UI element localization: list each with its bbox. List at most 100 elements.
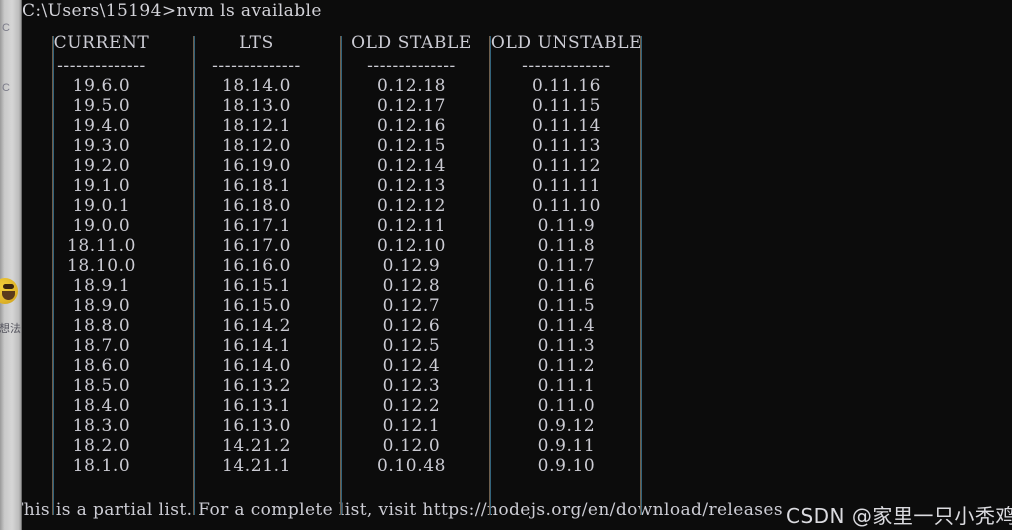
version-lts: 16.18.0 [221, 196, 292, 216]
table-rule-right [640, 36, 642, 515]
table-row: 19.2.0 16.19.0 0.12.14 0.11.12 [24, 156, 644, 176]
separator-current: -------------- [57, 56, 146, 76]
version-lts: 16.13.2 [221, 376, 292, 396]
version-lts: 16.14.0 [221, 356, 292, 376]
version-lts: 16.14.2 [221, 316, 292, 336]
version-old-stable: 0.12.15 [376, 136, 447, 156]
table-row: 19.0.0 16.17.1 0.12.11 0.11.9 [24, 216, 644, 236]
version-current: 19.0.1 [72, 196, 131, 216]
version-lts: 18.12.1 [221, 116, 292, 136]
version-old-stable: 0.12.3 [382, 376, 441, 396]
table-row: 19.6.0 18.14.0 0.12.18 0.11.16 [24, 76, 644, 96]
table-rule-1 [193, 36, 195, 515]
version-old-unstable: 0.11.5 [537, 296, 596, 316]
version-current: 18.1.0 [72, 456, 131, 476]
table-row: 19.4.0 18.12.1 0.12.16 0.11.14 [24, 116, 644, 136]
version-current: 18.8.0 [72, 316, 131, 336]
version-old-unstable: 0.11.7 [537, 256, 596, 276]
table-row: 18.4.0 16.13.1 0.12.2 0.11.0 [24, 396, 644, 416]
versions-table-body: 19.6.0 18.14.0 0.12.18 0.11.16 19.5.0 18.13.0… [24, 76, 644, 476]
table-row: 18.11.0 16.17.0 0.12.10 0.11.8 [24, 236, 644, 256]
version-lts: 16.17.0 [221, 236, 292, 256]
version-old-stable: 0.12.6 [382, 316, 441, 336]
version-lts: 18.12.0 [221, 136, 292, 156]
table-row: 18.2.0 14.21.2 0.12.0 0.9.11 [24, 436, 644, 456]
column-header-lts: LTS [239, 33, 274, 53]
version-old-unstable: 0.11.8 [537, 236, 596, 256]
version-lts: 16.15.1 [221, 276, 292, 296]
version-current: 19.6.0 [72, 76, 131, 96]
table-row: 19.0.1 16.18.0 0.12.12 0.11.10 [24, 196, 644, 216]
version-old-unstable: 0.11.9 [537, 216, 596, 236]
table-row: 18.7.0 16.14.1 0.12.5 0.11.3 [24, 336, 644, 356]
version-old-unstable: 0.9.12 [537, 416, 596, 436]
version-old-unstable: 0.11.15 [531, 96, 602, 116]
version-old-unstable: 0.11.13 [531, 136, 602, 156]
table-rule-left [52, 36, 54, 515]
version-lts: 16.13.0 [221, 416, 292, 436]
table-row: 18.9.1 16.15.1 0.12.8 0.11.6 [24, 276, 644, 296]
version-current: 18.9.0 [72, 296, 131, 316]
table-header-row: CURRENT LTS OLD STABLE OLD UNSTABLE [24, 32, 644, 56]
table-row: 18.9.0 16.15.0 0.12.7 0.11.5 [24, 296, 644, 316]
version-old-stable: 0.12.8 [382, 276, 441, 296]
command-prompt-window[interactable]: C:\Users\15194>nvm ls available CURRENT … [22, 0, 1012, 530]
version-old-stable: 0.12.1 [382, 416, 441, 436]
version-current: 18.4.0 [72, 396, 131, 416]
partial-list-notice: This is a partial list. For a complete l… [22, 500, 783, 520]
version-old-stable: 0.12.11 [376, 216, 447, 236]
version-lts: 16.18.1 [221, 176, 292, 196]
version-old-stable: 0.12.13 [376, 176, 447, 196]
version-old-stable: 0.10.48 [376, 456, 447, 476]
separator-old-stable: -------------- [367, 56, 456, 76]
version-current: 19.2.0 [72, 156, 131, 176]
nvm-versions-table: CURRENT LTS OLD STABLE OLD UNSTABLE ----… [24, 32, 644, 515]
table-row: 18.1.0 14.21.1 0.10.48 0.9.10 [24, 456, 644, 476]
version-old-unstable: 0.9.11 [537, 436, 596, 456]
version-old-stable: 0.12.16 [376, 116, 447, 136]
versions-table: CURRENT LTS OLD STABLE OLD UNSTABLE ----… [24, 32, 644, 476]
version-old-stable: 0.12.5 [382, 336, 441, 356]
version-current: 19.1.0 [72, 176, 131, 196]
background-window-strip[interactable]: C C 想法 [0, 0, 22, 530]
table-row: 18.6.0 16.14.0 0.12.4 0.11.2 [24, 356, 644, 376]
version-current: 18.5.0 [72, 376, 131, 396]
version-lts: 14.21.2 [221, 436, 292, 456]
version-old-stable: 0.12.2 [382, 396, 441, 416]
table-separator-row: -------------- -------------- ----------… [24, 56, 644, 76]
table-row: 19.3.0 18.12.0 0.12.15 0.11.13 [24, 136, 644, 156]
version-old-stable: 0.12.10 [376, 236, 447, 256]
version-current: 19.4.0 [72, 116, 131, 136]
version-old-unstable: 0.9.10 [537, 456, 596, 476]
background-ghost-label-2: C [2, 82, 10, 94]
version-old-unstable: 0.11.6 [537, 276, 596, 296]
version-old-unstable: 0.11.3 [537, 336, 596, 356]
version-current: 19.3.0 [72, 136, 131, 156]
version-old-stable: 0.12.7 [382, 296, 441, 316]
version-current: 19.5.0 [72, 96, 131, 116]
background-ghost-label-1: C [2, 22, 10, 34]
separator-lts: -------------- [212, 56, 301, 76]
version-old-unstable: 0.11.0 [537, 396, 596, 416]
version-old-stable: 0.12.18 [376, 76, 447, 96]
table-row: 18.5.0 16.13.2 0.12.3 0.11.1 [24, 376, 644, 396]
version-lts: 16.14.1 [221, 336, 292, 356]
table-rule-3 [489, 36, 491, 515]
version-lts: 16.15.0 [221, 296, 292, 316]
column-header-old-unstable: OLD UNSTABLE [490, 33, 643, 53]
version-old-unstable: 0.11.11 [531, 176, 602, 196]
table-row: 18.10.0 16.16.0 0.12.9 0.11.7 [24, 256, 644, 276]
background-ghost-cjk: 想法 [0, 322, 21, 335]
version-old-stable: 0.12.4 [382, 356, 441, 376]
user-avatar[interactable] [0, 278, 18, 304]
version-current: 19.0.0 [72, 216, 131, 236]
version-current: 18.7.0 [72, 336, 131, 356]
version-old-stable: 0.12.17 [376, 96, 447, 116]
version-old-unstable: 0.11.12 [531, 156, 602, 176]
table-row: 19.5.0 18.13.0 0.12.17 0.11.15 [24, 96, 644, 116]
version-current: 18.11.0 [66, 236, 137, 256]
version-old-unstable: 0.11.16 [531, 76, 602, 96]
column-header-old-stable: OLD STABLE [351, 33, 472, 53]
version-old-unstable: 0.11.10 [531, 196, 602, 216]
version-old-stable: 0.12.12 [376, 196, 447, 216]
